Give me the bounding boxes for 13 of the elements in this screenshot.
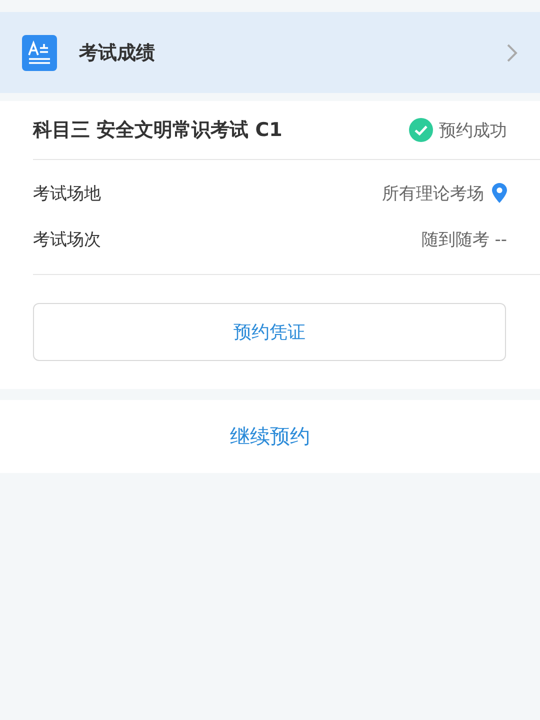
field-value: 所有理论考场 [382,182,484,204]
field-value: 随到随考 -- [421,228,507,250]
chevron-right-icon[interactable] [506,42,518,62]
check-circle-icon [409,118,433,142]
voucher-button[interactable]: 预约凭证 [33,303,506,361]
location-pin-icon[interactable] [492,183,507,203]
header-title: 考试成绩 [79,40,156,66]
continue-link[interactable]: 继续预约 [230,423,310,450]
status-text: 预约成功 [439,120,507,142]
field-label: 考试场地 [33,182,102,204]
field-label: 考试场次 [33,228,102,250]
exam-title: 科目三 安全文明常识考试 C1 [33,118,284,143]
grade-icon [22,34,57,70]
